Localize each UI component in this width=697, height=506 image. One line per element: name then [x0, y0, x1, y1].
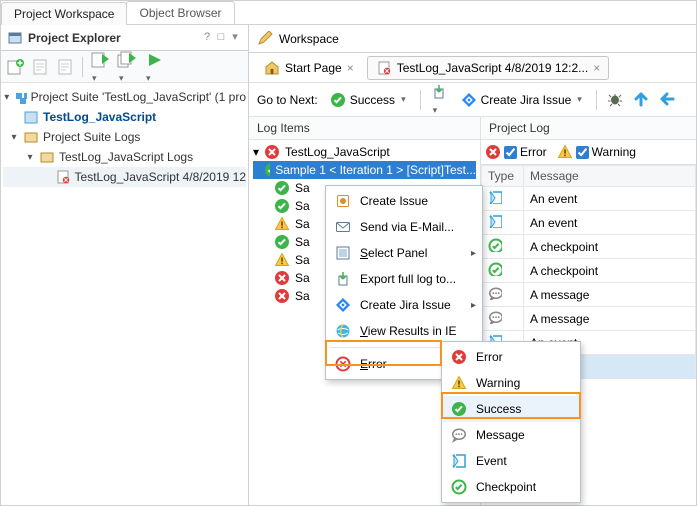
logdoc-icon	[376, 60, 392, 76]
tree-proj-logs[interactable]: ▾TestLog_JavaScript Logs	[3, 147, 246, 167]
filter-warning[interactable]: Warning	[557, 144, 636, 160]
create-jira-button[interactable]: Create Jira Issue▾	[457, 90, 586, 110]
table-row[interactable]: A checkpoint	[482, 235, 696, 259]
run2-button[interactable]: ▾	[117, 50, 139, 84]
col-message[interactable]: Message	[524, 166, 696, 187]
tree-suite[interactable]: ▾Project Suite 'TestLog_JavaScript' (1 p…	[3, 87, 246, 107]
log-items-header: Log Items	[249, 117, 480, 140]
tab-project-workspace[interactable]: Project Workspace	[1, 2, 127, 25]
arrow-left-icon[interactable]	[659, 91, 677, 109]
run3-button[interactable]: ▾	[144, 50, 164, 84]
submenu-warning[interactable]: Warning	[442, 370, 580, 396]
menu-create-jira[interactable]: Create Jira Issue▸	[326, 292, 482, 318]
menu-create-issue[interactable]: Create Issue	[326, 188, 482, 214]
run1-button[interactable]: ▾	[90, 50, 112, 84]
table-row[interactable]: A message	[482, 307, 696, 331]
filter-error[interactable]: Error	[485, 144, 547, 160]
arrow-up-icon[interactable]	[633, 91, 651, 109]
project-explorer-title: Project Explorer	[7, 30, 200, 46]
log-item-root[interactable]: ▾TestLog_JavaScript	[253, 143, 476, 161]
submenu-checkpoint[interactable]: Checkpoint	[442, 474, 580, 500]
go-to-next-label: Go to Next:	[257, 93, 318, 107]
doc1-button[interactable]	[30, 57, 50, 77]
table-row[interactable]: An event	[482, 187, 696, 211]
submenu-message[interactable]: Message	[442, 422, 580, 448]
doc2-button[interactable]	[55, 57, 75, 77]
add-button[interactable]	[5, 57, 25, 77]
bug-icon[interactable]	[607, 91, 625, 109]
table-row[interactable]: A checkpoint	[482, 259, 696, 283]
tree-project[interactable]: TestLog_JavaScript	[3, 107, 246, 127]
submenu-success[interactable]: Success	[442, 396, 580, 422]
maximize-icon[interactable]: □	[214, 31, 228, 45]
tab-object-browser[interactable]: Object Browser	[126, 1, 234, 24]
tree-log-entry[interactable]: TestLog_JavaScript 4/8/2019 12	[3, 167, 246, 187]
menu-export-log[interactable]: Export full log to...	[326, 266, 482, 292]
go-to-next-success[interactable]: Success▾	[326, 90, 410, 110]
log-item-selected[interactable]: Sample 1 < Iteration 1 > [Script]Test...	[253, 161, 476, 179]
close-icon[interactable]: ×	[593, 61, 600, 75]
close-icon[interactable]: ×	[347, 61, 354, 75]
submenu-event[interactable]: Event	[442, 448, 580, 474]
dropdown-icon[interactable]: ▾	[228, 31, 242, 45]
table-row[interactable]: An event	[482, 211, 696, 235]
tree-suite-logs[interactable]: ▾Project Suite Logs	[3, 127, 246, 147]
pencil-icon	[257, 31, 273, 47]
menu-select-panel[interactable]: Select Panel▸	[326, 240, 482, 266]
col-type[interactable]: Type	[482, 166, 524, 187]
submenu-error[interactable]: Error	[442, 344, 580, 370]
tab-testlog[interactable]: TestLog_JavaScript 4/8/2019 12:2... ×	[367, 56, 609, 80]
help-icon[interactable]: ?	[200, 31, 214, 45]
export-button[interactable]: ▾	[431, 84, 449, 116]
menu-send-email[interactable]: Send via E-Mail...	[326, 214, 482, 240]
workspace-title: Workspace	[279, 32, 339, 46]
context-submenu: Error Warning Success Message Event Chec…	[441, 341, 581, 503]
home-icon	[264, 60, 280, 76]
project-log-header: Project Log	[481, 117, 696, 140]
table-row[interactable]: A message	[482, 283, 696, 307]
tab-start-page[interactable]: Start Page ×	[255, 56, 363, 80]
